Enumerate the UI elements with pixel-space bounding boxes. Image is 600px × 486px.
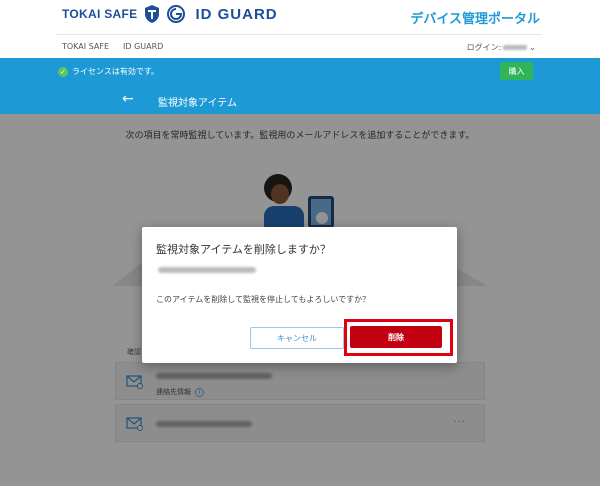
dialog-email-redacted	[158, 267, 256, 273]
idguard-logo-text: ID GUARD	[195, 5, 278, 23]
chevron-down-icon: ⌄	[529, 43, 536, 52]
login-user-redacted	[503, 45, 528, 50]
nav-link-id-guard[interactable]: ID GUARD	[123, 42, 163, 51]
portal-title: デバイス管理ポータル	[410, 12, 540, 27]
delete-confirm-dialog: 監視対象アイテムを削除しますか？ このアイテムを削除して監視を停止してもよろしい…	[142, 227, 457, 363]
dialog-message: このアイテムを削除して監視を停止してもよろしいですか？	[156, 295, 371, 304]
tokai-shield-icon	[145, 5, 160, 23]
top-navigation: TOKAI SAFE ID GUARD ログイン: ⌄	[56, 34, 542, 58]
license-status: ✓ ライセンスは有効です。	[58, 66, 159, 77]
check-circle-icon: ✓	[58, 66, 68, 77]
brand-logo: TOKAI SAFE ID GUARD	[62, 4, 278, 24]
tokai-safe-logo-text: TOKAI SAFE	[62, 7, 138, 21]
license-status-text: ライセンスは有効です。	[72, 67, 160, 76]
buy-button[interactable]: 購入	[500, 62, 533, 80]
nav-link-tokai-safe[interactable]: TOKAI SAFE	[62, 42, 109, 51]
top-brand-bar: TOKAI SAFE ID GUARD デバイス管理ポータル	[0, 0, 600, 34]
page-title: 監視対象アイテム	[158, 98, 237, 109]
login-label: ログイン:	[466, 43, 502, 52]
delete-button[interactable]: 削除	[350, 326, 442, 348]
dialog-title: 監視対象アイテムを削除しますか？	[156, 243, 331, 256]
page-header: ← 監視対象アイテム	[0, 84, 600, 114]
login-menu[interactable]: ログイン: ⌄	[467, 42, 536, 53]
cancel-button[interactable]: キャンセル	[250, 327, 344, 349]
idguard-logo-icon	[167, 5, 186, 23]
back-arrow-icon[interactable]: ←	[122, 91, 134, 107]
